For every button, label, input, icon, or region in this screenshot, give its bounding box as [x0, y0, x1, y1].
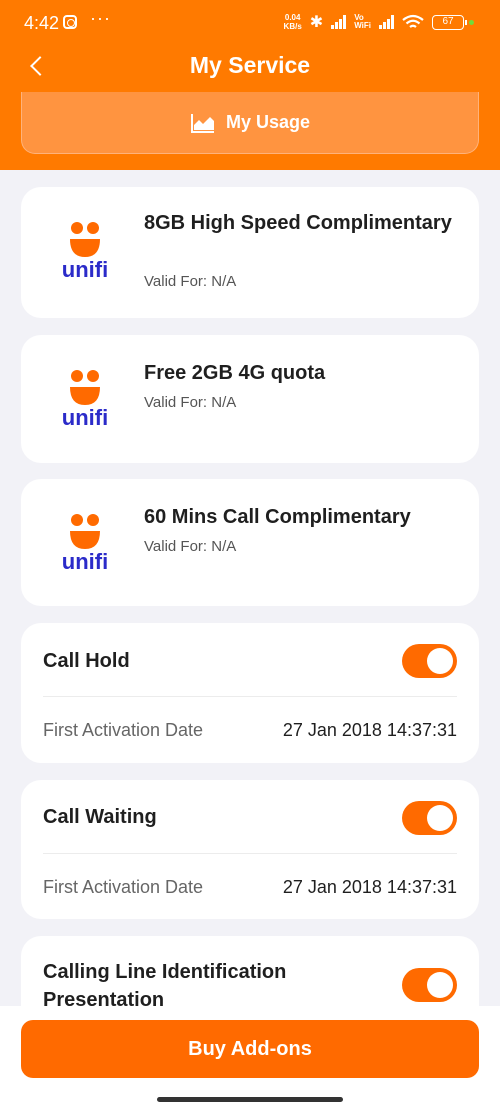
activation-date-value: 27 Jan 2018 14:37:31 — [282, 877, 457, 897]
activation-date-value: 27 Jan 2018 14:37:31 — [282, 720, 457, 740]
promo-card[interactable]: unifi Free 2GB 4G quota Valid For: N/A — [21, 335, 479, 463]
signal-icon-2 — [379, 15, 394, 29]
battery-icon: 67 — [432, 14, 467, 30]
promo-card[interactable]: unifi 8GB High Speed Complimentary Valid… — [21, 187, 479, 318]
call-waiting-toggle[interactable] — [402, 801, 457, 835]
bluetooth-icon: ✱ — [309, 14, 324, 31]
clip-toggle[interactable] — [402, 968, 457, 1002]
signal-icon — [331, 15, 347, 29]
buy-add-ons-button[interactable]: Buy Add-ons — [21, 1020, 479, 1078]
page-title: My Service — [189, 52, 311, 78]
unifi-logo-text: unifi — [61, 257, 109, 282]
usage-chart-icon — [190, 113, 214, 133]
service-card-call-waiting: Call Waiting First Activation Date 27 Ja… — [21, 780, 479, 919]
promo-validity: Valid For: N/A — [144, 538, 237, 555]
network-speed-unit: KB/s — [283, 22, 302, 31]
network-speed: 0.04 KB/s — [284, 13, 302, 31]
service-card-call-hold: Call Hold First Activation Date 27 Jan 2… — [21, 623, 479, 763]
service-title: Call Waiting — [43, 806, 157, 828]
unifi-logo-text: unifi — [61, 549, 109, 574]
promo-validity: Valid For: N/A — [144, 273, 237, 290]
status-bar: 4:42 ··· 0.04 KB/s ✱ Vo WiFi 67 — [0, 0, 500, 46]
promo-title: 8GB High Speed Complimentary — [144, 212, 452, 234]
promo-title: 60 Mins Call Complimentary — [144, 506, 411, 528]
charging-dot-icon — [469, 20, 474, 25]
vowifi-indicator: Vo WiFi — [354, 14, 371, 30]
my-usage-label: My Usage — [225, 112, 311, 132]
status-icons: 0.04 KB/s ✱ Vo WiFi 67 — [284, 12, 467, 32]
vowifi-bottom: WiFi — [354, 21, 371, 30]
service-title: Call Hold — [43, 650, 130, 672]
unifi-logo-text: unifi — [61, 405, 109, 430]
my-usage-button[interactable]: My Usage — [21, 92, 479, 154]
network-speed-value: 0.04 — [284, 13, 301, 22]
status-time: 4:42 — [24, 13, 60, 33]
instagram-icon — [63, 15, 77, 29]
call-hold-toggle[interactable] — [402, 644, 457, 678]
divider — [43, 696, 457, 697]
divider — [43, 853, 457, 854]
activation-date-label: First Activation Date — [43, 877, 204, 897]
more-notifications-icon: ··· — [90, 8, 111, 28]
home-indicator[interactable] — [157, 1097, 343, 1102]
promo-validity: Valid For: N/A — [144, 394, 237, 411]
activation-date-label: First Activation Date — [43, 720, 204, 740]
promo-card[interactable]: unifi 60 Mins Call Complimentary Valid F… — [21, 479, 479, 606]
promo-title: Free 2GB 4G quota — [144, 362, 326, 384]
wifi-icon — [402, 14, 424, 28]
